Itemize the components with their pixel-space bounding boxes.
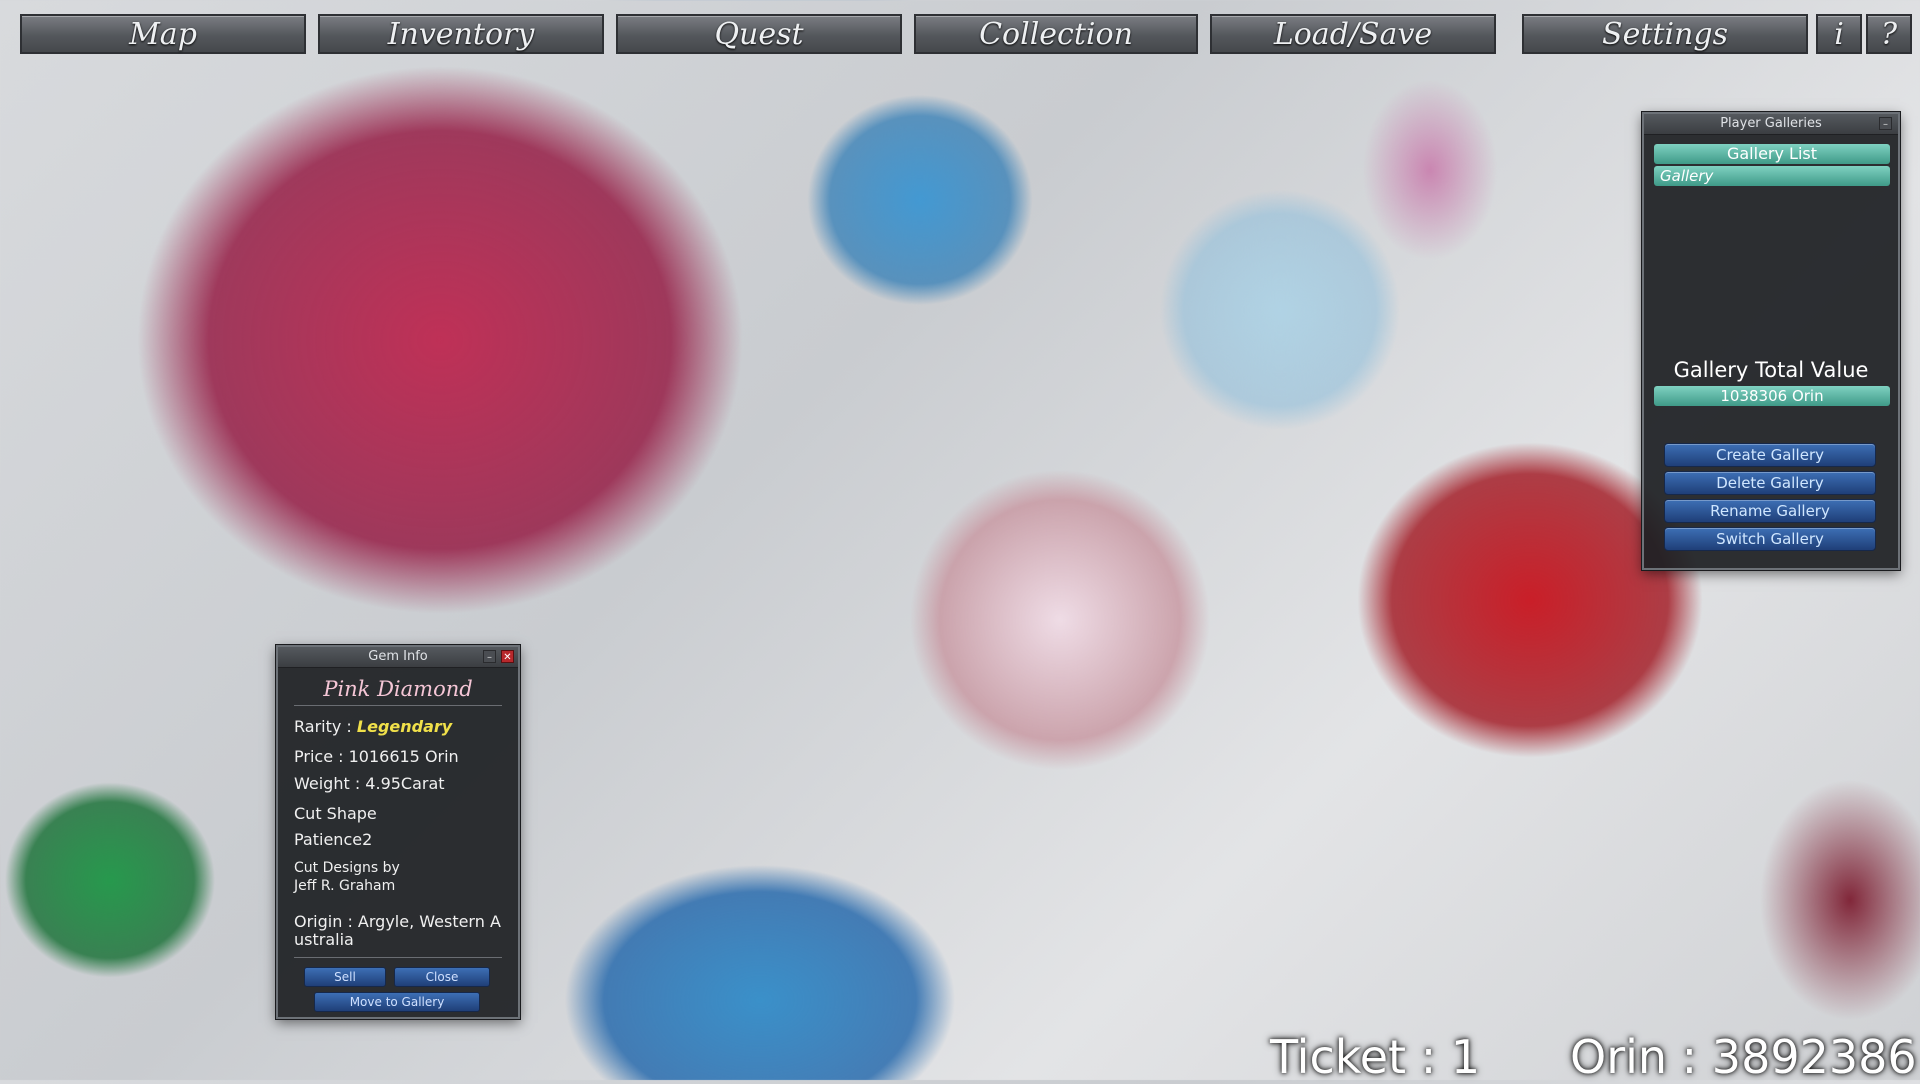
orin-currency: Orin : 3892386 — [1570, 1030, 1917, 1084]
create-gallery-button[interactable]: Create Gallery — [1664, 443, 1876, 467]
rename-gallery-button[interactable]: Rename Gallery — [1664, 499, 1876, 523]
minimize-icon[interactable]: – — [483, 650, 496, 663]
nav-map-button[interactable]: Map — [20, 14, 306, 54]
gem-name: Pink Diamond — [323, 677, 473, 701]
nav-collection-button[interactable]: Collection — [914, 14, 1198, 54]
nav-quest-button[interactable]: Quest — [616, 14, 902, 54]
cut-shape-value: Patience2 — [294, 830, 373, 849]
nav-inventory-button[interactable]: Inventory — [318, 14, 604, 54]
price-text: Price : 1016615 Orin — [294, 747, 459, 766]
player-galleries-title: Player Galleries — [1644, 114, 1898, 135]
cut-shape-label: Cut Shape — [294, 804, 377, 823]
nav-loadsave-button[interactable]: Load/Save — [1210, 14, 1496, 54]
origin-line2: ustralia — [294, 930, 354, 949]
weight-text: Weight : 4.95Carat — [294, 774, 445, 793]
top-navigation-bar: Map Inventory Quest Collection Load/Save… — [0, 0, 1920, 60]
help-button[interactable]: ? — [1866, 14, 1912, 54]
sell-button[interactable]: Sell — [304, 967, 386, 987]
divider — [294, 957, 502, 958]
origin-line1: Origin : Argyle, Western A — [294, 912, 501, 931]
gallery-list-header: Gallery List — [1654, 144, 1890, 164]
gallery-total-value: 1038306 Orin — [1654, 386, 1890, 406]
gallery-total-value-label: Gallery Total Value — [1673, 358, 1869, 382]
gem-info-title: Gem Info — [278, 647, 518, 668]
gem-info-panel: Gem Info – ✕ Pink Diamond Rarity : Legen… — [276, 645, 520, 1019]
ticket-counter: Ticket : 1 — [1270, 1030, 1481, 1084]
close-icon[interactable]: ✕ — [501, 650, 514, 663]
close-button[interactable]: Close — [394, 967, 490, 987]
gallery-list-item[interactable]: Gallery — [1654, 166, 1890, 186]
info-button[interactable]: i — [1816, 14, 1862, 54]
divider — [294, 705, 502, 706]
rarity-value: Legendary — [356, 717, 453, 736]
cut-designs-line2: Jeff R. Graham — [294, 878, 396, 894]
nav-settings-button[interactable]: Settings — [1522, 14, 1808, 54]
minimize-icon[interactable]: – — [1879, 117, 1892, 130]
delete-gallery-button[interactable]: Delete Gallery — [1664, 471, 1876, 495]
rarity-label: Rarity : — [294, 717, 352, 736]
move-to-gallery-button[interactable]: Move to Gallery — [314, 992, 480, 1012]
cut-designs-line1: Cut Designs by — [294, 860, 400, 876]
switch-gallery-button[interactable]: Switch Gallery — [1664, 527, 1876, 551]
rarity-row: Rarity : Legendary — [294, 717, 452, 736]
player-galleries-panel: Player Galleries – Gallery List Gallery … — [1642, 112, 1900, 570]
